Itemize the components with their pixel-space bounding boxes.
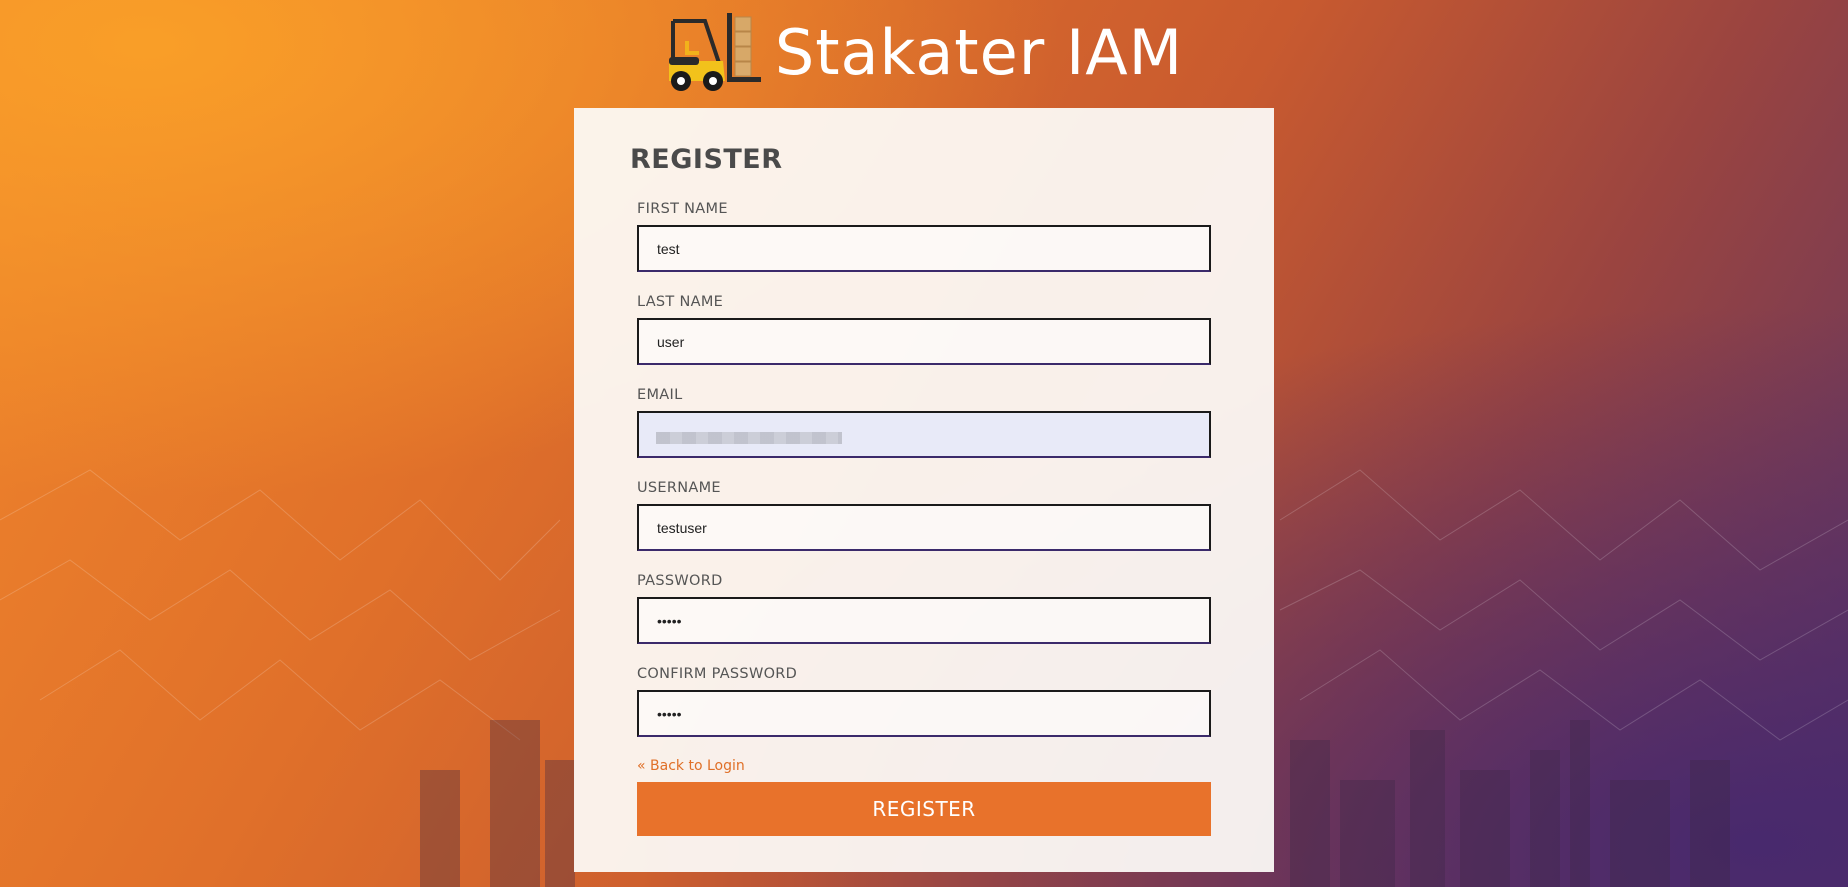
- last-name-label: LAST NAME: [637, 294, 724, 310]
- forklift-icon: [668, 13, 761, 91]
- app-title: Stakater IAM: [774, 15, 1184, 89]
- form-title: REGISTER: [630, 144, 783, 175]
- header: Stakater IAM: [0, 12, 1848, 92]
- password-label: PASSWORD: [637, 573, 723, 589]
- confirm-password-label: CONFIRM PASSWORD: [637, 666, 798, 682]
- first-name-label: FIRST NAME: [637, 201, 728, 217]
- username-input[interactable]: [637, 504, 1211, 551]
- email-redacted-value: [656, 432, 842, 444]
- confirm-password-input[interactable]: [637, 690, 1211, 737]
- last-name-input[interactable]: [637, 318, 1211, 365]
- first-name-input[interactable]: [637, 225, 1211, 272]
- email-label: EMAIL: [637, 387, 683, 403]
- register-panel: REGISTER FIRST NAME LAST NAME EMAIL USER…: [574, 108, 1274, 872]
- register-button[interactable]: REGISTER: [637, 782, 1211, 836]
- password-input[interactable]: [637, 597, 1211, 644]
- back-to-login-link[interactable]: « Back to Login: [637, 758, 745, 774]
- username-label: USERNAME: [637, 480, 721, 496]
